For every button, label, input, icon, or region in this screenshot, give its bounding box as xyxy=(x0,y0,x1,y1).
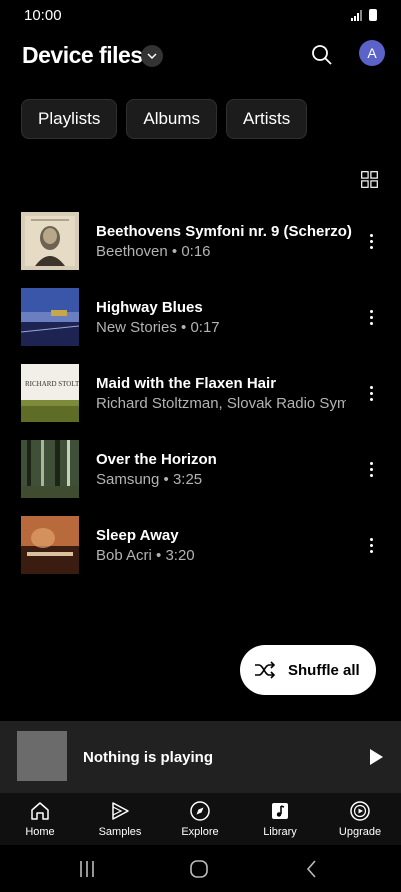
avatar[interactable]: A xyxy=(359,40,385,66)
album-art-sleep-away xyxy=(21,516,79,574)
mini-player-art xyxy=(17,731,67,781)
track-row[interactable]: RICHARD STOLTZMAN Maid with the Flaxen H… xyxy=(0,356,401,432)
nav-label: Upgrade xyxy=(338,826,382,838)
status-time: 10:00 xyxy=(24,7,62,24)
chip-artists[interactable]: Artists xyxy=(226,99,308,139)
nav-label: Library xyxy=(263,826,297,838)
album-art-highway xyxy=(21,288,79,346)
recent-apps-icon[interactable] xyxy=(75,857,99,881)
track-title: Over the Horizon xyxy=(96,451,217,468)
search-icon[interactable] xyxy=(308,41,336,69)
track-subtitle: Beethoven • 0:16 xyxy=(96,243,211,260)
track-title: Highway Blues xyxy=(96,299,203,316)
track-title: Maid with the Flaxen Hair xyxy=(96,375,277,392)
samples-icon xyxy=(112,802,129,820)
play-icon[interactable] xyxy=(368,748,384,766)
track-subtitle: Bob Acri • 3:20 xyxy=(96,547,195,564)
track-row[interactable]: Highway Blues New Stories • 0:17 xyxy=(0,280,401,356)
more-options-icon[interactable] xyxy=(362,534,380,556)
compass-icon xyxy=(190,801,210,821)
album-art-beethoven xyxy=(21,212,79,270)
page-title: Device files xyxy=(22,42,143,68)
home-button-icon[interactable] xyxy=(187,857,211,881)
title-dropdown-button[interactable] xyxy=(141,45,163,67)
nav-upgrade[interactable]: Upgrade xyxy=(320,793,400,845)
shuffle-all-label: Shuffle all xyxy=(288,661,360,679)
track-title: Sleep Away xyxy=(96,527,179,544)
home-icon xyxy=(31,802,49,820)
shuffle-all-button[interactable]: Shuffle all xyxy=(240,645,376,695)
track-title: Beethovens Symfoni nr. 9 (Scherzo) xyxy=(96,223,352,240)
chip-albums[interactable]: Albums xyxy=(126,99,218,139)
track-subtitle: New Stories • 0:17 xyxy=(96,319,220,336)
more-options-icon[interactable] xyxy=(362,458,380,480)
chip-playlists[interactable]: Playlists xyxy=(21,99,118,139)
nav-explore[interactable]: Explore xyxy=(160,793,240,845)
album-art-forest xyxy=(21,440,79,498)
chevron-down-icon xyxy=(147,53,157,59)
album-art-text: RICHARD STOLTZMAN xyxy=(25,380,79,388)
nav-samples[interactable]: Samples xyxy=(80,793,160,845)
track-list: Beethovens Symfoni nr. 9 (Scherzo) Beeth… xyxy=(0,204,401,584)
camera-notch xyxy=(178,0,224,26)
nav-library[interactable]: Library xyxy=(240,793,320,845)
now-playing-text: Nothing is playing xyxy=(83,749,213,766)
nav-label: Home xyxy=(25,826,55,838)
battery-icon xyxy=(369,9,377,21)
system-nav-bar xyxy=(0,845,401,892)
status-icons xyxy=(351,9,377,21)
filter-chips: Playlists Albums Artists xyxy=(21,99,308,139)
more-options-icon[interactable] xyxy=(362,230,380,252)
track-subtitle: Richard Stoltzman, Slovak Radio Sym… xyxy=(96,395,346,412)
track-subtitle: Samsung • 3:25 xyxy=(96,471,203,488)
nav-label: Samples xyxy=(98,826,142,838)
signal-icon xyxy=(351,10,362,21)
mini-player[interactable]: Nothing is playing xyxy=(0,721,401,793)
nav-home[interactable]: Home xyxy=(0,793,80,845)
library-icon xyxy=(272,803,288,819)
shuffle-icon xyxy=(255,661,276,679)
track-row[interactable]: Beethovens Symfoni nr. 9 (Scherzo) Beeth… xyxy=(0,204,401,280)
avatar-letter: A xyxy=(367,45,377,61)
grid-view-icon[interactable] xyxy=(361,171,378,188)
status-bar: 10:00 xyxy=(0,0,401,32)
album-art-stoltzman: RICHARD STOLTZMAN xyxy=(21,364,79,422)
more-options-icon[interactable] xyxy=(362,306,380,328)
nav-label: Explore xyxy=(181,826,219,838)
more-options-icon[interactable] xyxy=(362,382,380,404)
track-row[interactable]: Over the Horizon Samsung • 3:25 xyxy=(0,432,401,508)
header: Device files A xyxy=(0,32,401,82)
back-icon[interactable] xyxy=(300,857,324,881)
upgrade-icon xyxy=(350,801,370,821)
track-row[interactable]: Sleep Away Bob Acri • 3:20 xyxy=(0,508,401,584)
bottom-nav: Home Samples Explore Library Upgrade xyxy=(0,793,401,845)
